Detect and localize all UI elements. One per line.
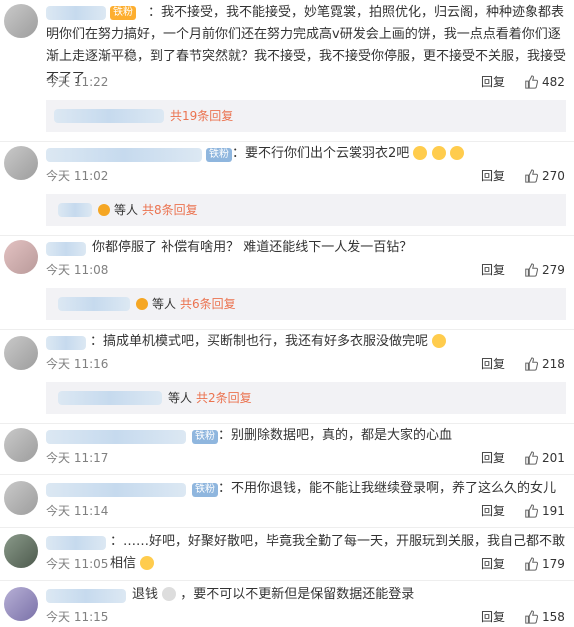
reply-users: 等人: [168, 391, 193, 405]
comment-time: 今天 11:16: [46, 357, 109, 371]
like-count: 270: [542, 169, 565, 183]
crying-emoji-icon: [449, 145, 464, 160]
comment-time: 今天 11:05: [46, 557, 109, 571]
like-button[interactable]: 482: [524, 74, 565, 90]
avatar[interactable]: [4, 240, 38, 274]
reply-button[interactable]: 回复: [481, 450, 505, 466]
like-button[interactable]: 218: [524, 356, 565, 372]
divider: [0, 329, 574, 330]
reply-thread[interactable]: 等人 共8条回复: [46, 194, 566, 226]
avatar[interactable]: [4, 587, 38, 621]
divider: [0, 527, 574, 528]
reply-thread[interactable]: 共19条回复: [46, 100, 566, 132]
comment-time: 今天 11:22: [46, 75, 109, 89]
reply-thread[interactable]: 等人 共2条回复: [46, 382, 566, 414]
avatar[interactable]: [4, 146, 38, 180]
comment-text: ：要不行你们出个云裳羽衣2吧: [232, 143, 532, 165]
divider: [0, 141, 574, 142]
comment-text: ：搞成单机模式吧，买断制也行，我还有好多衣服没做完呢: [90, 331, 560, 353]
username-redacted: [54, 109, 164, 123]
avatar[interactable]: [4, 481, 38, 515]
username-redacted[interactable]: [46, 242, 86, 256]
reply-button[interactable]: 回复: [481, 556, 505, 572]
reply-button[interactable]: 回复: [481, 609, 505, 625]
like-count: 482: [542, 75, 565, 89]
like-count: 201: [542, 451, 565, 465]
username-redacted: [58, 391, 162, 405]
more-replies-link[interactable]: 共6条回复: [180, 288, 236, 320]
iron-fan-badge: 铁粉: [192, 430, 218, 444]
crown-icon: [136, 298, 148, 310]
divider: [0, 474, 574, 475]
comment-text: 你都停服了 补偿有啥用？ 难道还能线下一人发一百钻？: [92, 240, 413, 255]
thumbs-up-icon: [525, 357, 538, 371]
comment-time: 今天 11:02: [46, 169, 109, 183]
like-count: 279: [542, 263, 565, 277]
laughing-emoji-icon: [432, 333, 447, 348]
like-button[interactable]: 191: [524, 503, 565, 519]
avatar[interactable]: [4, 534, 38, 568]
iron-fan-badge: 铁粉: [206, 148, 232, 162]
divider: [0, 580, 574, 581]
divider: [0, 235, 574, 236]
thumbs-up-icon: [525, 504, 538, 518]
username-redacted[interactable]: [46, 589, 126, 603]
thumbs-up-icon: [525, 451, 538, 465]
avatar[interactable]: [4, 428, 38, 462]
like-count: 179: [542, 557, 565, 571]
thumbs-up-icon: [525, 75, 538, 89]
iron-fan-badge: 铁粉: [192, 483, 218, 497]
like-count: 158: [542, 610, 565, 624]
username-redacted[interactable]: [46, 148, 202, 162]
reply-users: 等人: [152, 297, 177, 311]
more-replies-link[interactable]: 共19条回复: [170, 100, 233, 132]
thumbs-up-emoji-icon: [140, 555, 155, 570]
like-button[interactable]: 179: [524, 556, 565, 572]
divider: [0, 423, 574, 424]
username-redacted[interactable]: [46, 536, 106, 550]
reply-thread[interactable]: 等人 共6条回复: [46, 288, 566, 320]
reply-button[interactable]: 回复: [481, 262, 505, 278]
username-redacted[interactable]: [46, 430, 186, 444]
avatar[interactable]: [4, 4, 38, 38]
thumbs-up-icon: [525, 610, 538, 624]
more-replies-link[interactable]: 共8条回复: [142, 194, 198, 226]
avatar[interactable]: [4, 336, 38, 370]
crown-icon: [98, 204, 110, 216]
like-button[interactable]: 279: [524, 262, 565, 278]
comment-text: ：不用你退钱，能不能让我继续登录啊，养了这么久的女儿: [218, 481, 557, 496]
like-count: 218: [542, 357, 565, 371]
thumbs-up-icon: [525, 557, 538, 571]
reply-button[interactable]: 回复: [481, 168, 505, 184]
reply-users: 等人: [114, 203, 139, 217]
comment-time: 今天 11:17: [46, 451, 109, 465]
like-button[interactable]: 158: [524, 609, 565, 625]
comment-text: 退钱 ，要不可以不更新但是保留数据还能登录: [132, 586, 415, 602]
comment-text: ：别删除数据吧，真的，都是大家的心血: [218, 428, 453, 443]
crying-emoji-icon: [431, 145, 446, 160]
like-button[interactable]: 270: [524, 168, 565, 184]
like-count: 191: [542, 504, 565, 518]
comment-time: 今天 11:08: [46, 263, 109, 277]
username-redacted: [58, 297, 130, 311]
username-redacted: [58, 203, 92, 217]
comment-time: 今天 11:14: [46, 504, 109, 518]
reply-button[interactable]: 回复: [481, 74, 505, 90]
reply-button[interactable]: 回复: [481, 356, 505, 372]
thumbs-up-icon: [525, 263, 538, 277]
crying-emoji-icon: [413, 145, 428, 160]
face-emoji-icon: [162, 586, 177, 601]
username-redacted[interactable]: [46, 336, 86, 350]
thumbs-up-icon: [525, 169, 538, 183]
comment-time: 今天 11:15: [46, 610, 109, 624]
reply-button[interactable]: 回复: [481, 503, 505, 519]
like-button[interactable]: 201: [524, 450, 565, 466]
more-replies-link[interactable]: 共2条回复: [196, 382, 252, 414]
username-redacted[interactable]: [46, 483, 186, 497]
